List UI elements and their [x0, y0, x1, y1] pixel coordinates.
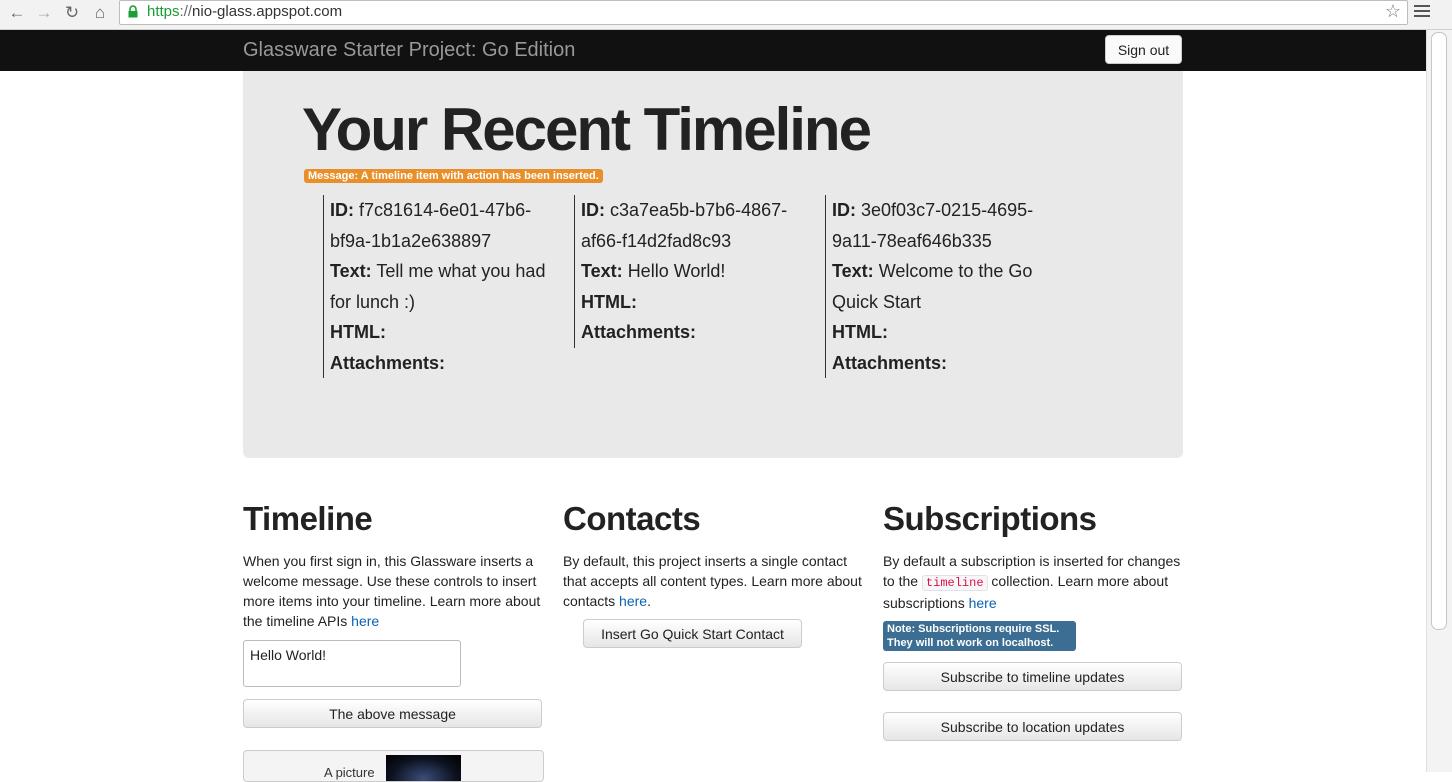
recent-timeline-hero: Your Recent Timeline Message: A timeline…: [243, 71, 1183, 458]
scrollbar-thumb[interactable]: [1431, 32, 1447, 630]
browser-menu-icon[interactable]: [1414, 5, 1430, 19]
insert-message-button[interactable]: The above message: [243, 699, 542, 728]
card-id-row: ID: 3e0f03c7-0215-4695-9a11-78eaf646b335: [832, 200, 1034, 251]
sign-out-button[interactable]: Sign out: [1105, 35, 1182, 64]
card-html-row: HTML:: [581, 291, 637, 312]
subscriptions-description: By default a subscription is inserted fo…: [883, 553, 1181, 611]
card-attachments-row: Attachments:: [581, 322, 697, 342]
url-text: https://nio-glass.appspot.com: [147, 3, 343, 20]
contacts-link[interactable]: here: [619, 593, 647, 609]
card-text-row: Text: Hello World!: [581, 261, 726, 281]
timeline-section: Timeline When you first sign in, this Gl…: [243, 500, 543, 631]
note-line-2: They will not work on localhost.: [887, 637, 1054, 649]
timeline-card: ID: 3e0f03c7-0215-4695-9a11-78eaf646b335…: [825, 195, 1057, 378]
back-arrow-icon[interactable]: ←: [7, 3, 27, 23]
timeline-code: timeline: [921, 575, 988, 591]
picture-thumbnail: [386, 755, 461, 781]
timeline-card: ID: c3a7ea5b-b7b6-4867-af66-f14d2fad8c93…: [574, 195, 806, 348]
subscribe-location-button[interactable]: Subscribe to location updates: [883, 712, 1182, 741]
timeline-heading: Timeline: [243, 500, 373, 537]
card-text-row: Text: Welcome to the Go Quick Start: [832, 261, 1033, 312]
page-title: Your Recent Timeline: [302, 96, 872, 163]
bookmark-star-icon[interactable]: ☆: [1385, 1, 1401, 22]
reload-icon[interactable]: ↻: [62, 3, 82, 23]
card-id-row: ID: f7c81614-6e01-47b6-bf9a-1b1a2e638897: [330, 200, 532, 251]
card-html-row: HTML:: [330, 322, 386, 342]
note-line-1: Note: Subscriptions require SSL.: [887, 623, 1060, 635]
subscribe-timeline-button[interactable]: Subscribe to timeline updates: [883, 662, 1182, 691]
subscriptions-link[interactable]: here: [969, 595, 997, 611]
brand-title[interactable]: Glassware Starter Project: Go Edition: [243, 39, 575, 62]
contacts-heading: Contacts: [563, 500, 701, 537]
contacts-section: Contacts By default, this project insert…: [563, 500, 863, 611]
card-attachments-row: Attachments:: [832, 352, 948, 373]
card-text-row: Text: Tell me what you had for lunch :): [330, 261, 546, 312]
status-message-badge: Message: A timeline item with action has…: [304, 169, 603, 183]
browser-toolbar: ← → ↻ ⌂ https://nio-glass.appspot.com ☆: [0, 0, 1452, 30]
subscriptions-section: Subscriptions By default a subscription …: [883, 500, 1183, 613]
address-bar[interactable]: https://nio-glass.appspot.com ☆: [119, 0, 1408, 25]
timeline-message-input[interactable]: Hello World!: [243, 640, 461, 687]
card-id-row: ID: c3a7ea5b-b7b6-4867-af66-f14d2fad8c93: [581, 200, 788, 251]
page-scrollbar[interactable]: [1426, 30, 1452, 772]
timeline-description: When you first sign in, this Glassware i…: [243, 553, 541, 629]
insert-picture-label: A picture: [324, 765, 375, 780]
timeline-card: ID: f7c81614-6e01-47b6-bf9a-1b1a2e638897…: [323, 195, 555, 378]
contacts-description: By default, this project inserts a singl…: [563, 553, 862, 609]
forward-arrow-icon[interactable]: →: [34, 3, 54, 23]
insert-contact-button[interactable]: Insert Go Quick Start Contact: [583, 619, 802, 648]
lock-icon: [128, 5, 138, 18]
timeline-api-link[interactable]: here: [351, 613, 379, 629]
card-attachments-row: Attachments:: [330, 352, 446, 373]
insert-picture-button[interactable]: A picture: [243, 750, 544, 782]
ssl-note-badge: Note: Subscriptions require SSL. They wi…: [883, 621, 1076, 651]
top-navbar: Glassware Starter Project: Go Edition Si…: [0, 30, 1426, 71]
card-html-row: HTML:: [832, 322, 888, 342]
home-icon[interactable]: ⌂: [90, 3, 110, 23]
subscriptions-heading: Subscriptions: [883, 500, 1097, 537]
